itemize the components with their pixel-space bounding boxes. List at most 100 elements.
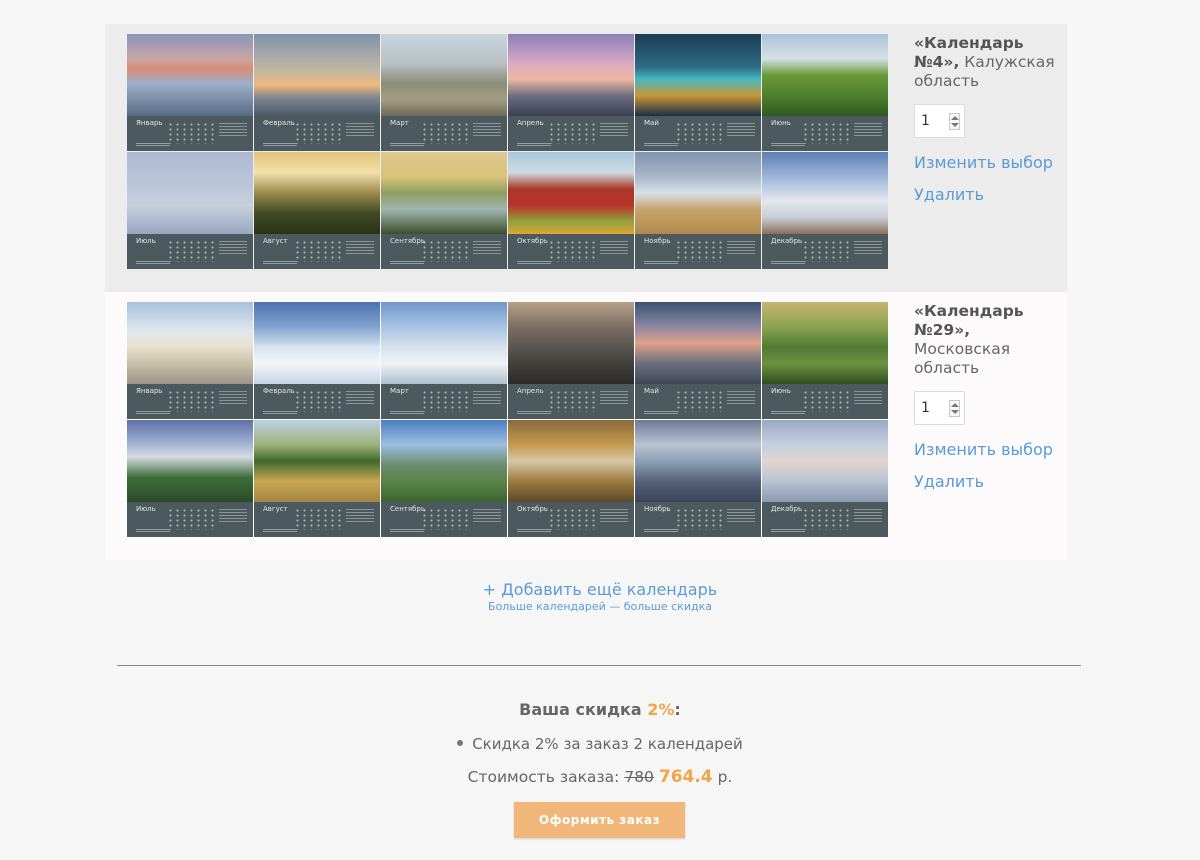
calendar-month-thumbnail: Апрель	[508, 34, 634, 151]
photo-caption	[771, 411, 805, 415]
chevron-up-icon[interactable]	[951, 403, 959, 407]
calendar-month-thumbnail: Декабрь	[762, 420, 888, 537]
calendar-month-thumbnail: Июль	[127, 152, 253, 269]
month-name: Июнь	[771, 118, 791, 127]
month-calendar-strip: Июль	[127, 501, 253, 537]
chevron-down-icon[interactable]	[951, 410, 959, 414]
month-name: Май	[644, 386, 659, 395]
calendar-month-thumbnail: Ноябрь	[635, 152, 761, 269]
photo-caption	[517, 261, 551, 265]
month-notes	[600, 508, 628, 523]
month-photo	[381, 152, 507, 234]
add-calendar-link[interactable]: + Добавить ещё календарь	[483, 580, 717, 599]
calendar-month-thumbnail: Сентябрь	[381, 420, 507, 537]
day-grid	[675, 121, 725, 144]
currency: р.	[717, 768, 733, 786]
old-price: 780	[624, 768, 654, 786]
day-grid	[802, 507, 852, 530]
day-grid	[802, 239, 852, 262]
month-notes	[727, 240, 755, 255]
photo-caption	[517, 529, 551, 533]
calendar-month-thumbnail: Ноябрь	[635, 420, 761, 537]
new-price: 764.4	[658, 767, 713, 787]
month-calendar-strip: Март	[381, 115, 507, 151]
remove-link[interactable]: Удалить	[914, 185, 1064, 204]
calendar-month-thumbnail: Сентябрь	[381, 152, 507, 269]
month-photo	[762, 302, 888, 384]
calendar-month-thumbnail: Август	[254, 152, 380, 269]
photo-caption	[263, 143, 297, 147]
quantity-stepper[interactable]: 1	[914, 104, 965, 138]
month-name: Февраль	[263, 386, 295, 395]
month-calendar-strip: Февраль	[254, 115, 380, 151]
calendar-month-thumbnail: Март	[381, 34, 507, 151]
day-grid	[548, 121, 598, 144]
month-calendar-strip: Октябрь	[508, 233, 634, 269]
quantity-value[interactable]: 1	[921, 400, 930, 416]
calendar-month-thumbnail: Март	[381, 302, 507, 419]
divider	[117, 665, 1081, 666]
add-calendar-hint: Больше календарей — больше скидка	[488, 600, 712, 613]
day-grid	[421, 239, 471, 262]
chevron-up-icon[interactable]	[951, 116, 959, 120]
day-grid	[675, 507, 725, 530]
month-name: Март	[390, 386, 409, 395]
month-notes	[727, 508, 755, 523]
cost-label: Стоимость заказа:	[467, 768, 625, 786]
month-name: Июнь	[771, 386, 791, 395]
calendar-preview-grid: Январь Февраль Март Апрель Май Июнь Июль Август…	[127, 34, 888, 270]
month-notes	[473, 240, 501, 255]
day-grid	[167, 507, 217, 530]
day-grid	[167, 239, 217, 262]
day-grid	[421, 121, 471, 144]
month-photo	[762, 34, 888, 116]
month-notes	[346, 122, 374, 137]
change-selection-link[interactable]: Изменить выбор	[914, 153, 1064, 172]
quantity-value[interactable]: 1	[921, 113, 930, 129]
day-grid	[294, 239, 344, 262]
calendar-actions: «Календарь №4», Калужская область 1 Изме…	[914, 34, 1064, 204]
spin-buttons[interactable]	[949, 113, 960, 130]
month-photo	[381, 302, 507, 384]
photo-caption	[771, 143, 805, 147]
add-calendar-block: + Добавить ещё календарь Больше календар…	[0, 580, 1200, 613]
month-notes	[854, 508, 882, 523]
remove-link[interactable]: Удалить	[914, 472, 1064, 491]
photo-caption	[136, 529, 170, 533]
calendar-actions: «Календарь №29», Московская область 1 Из…	[914, 302, 1064, 491]
day-grid	[548, 507, 598, 530]
change-selection-link[interactable]: Изменить выбор	[914, 440, 1064, 459]
month-calendar-strip: Январь	[127, 383, 253, 419]
day-grid	[675, 389, 725, 412]
month-notes	[473, 508, 501, 523]
month-calendar-strip: Июль	[127, 233, 253, 269]
day-grid	[421, 507, 471, 530]
month-name: Август	[263, 236, 288, 245]
discount-item-text: Скидка 2% за заказ 2 календарей	[472, 735, 743, 753]
month-notes	[600, 240, 628, 255]
month-name: Ноябрь	[644, 236, 671, 245]
month-name: Октябрь	[517, 504, 548, 513]
place-order-button[interactable]: Оформить заказ	[514, 802, 685, 838]
month-notes	[727, 390, 755, 405]
photo-caption	[517, 143, 551, 147]
chevron-down-icon[interactable]	[951, 123, 959, 127]
month-calendar-strip: Декабрь	[762, 501, 888, 537]
month-calendar-strip: Февраль	[254, 383, 380, 419]
month-photo	[762, 420, 888, 502]
spin-buttons[interactable]	[949, 400, 960, 417]
calendar-preview-grid: Январь Февраль Март Апрель Май Июнь Июль Август…	[127, 302, 888, 538]
calendar-month-thumbnail: Апрель	[508, 302, 634, 419]
quantity-stepper[interactable]: 1	[914, 391, 965, 425]
month-photo	[381, 34, 507, 116]
calendar-month-thumbnail: Октябрь	[508, 420, 634, 537]
month-name: Октябрь	[517, 236, 548, 245]
calendar-month-thumbnail: Июнь	[762, 34, 888, 151]
month-name: Июль	[136, 504, 156, 513]
month-notes	[346, 240, 374, 255]
photo-caption	[517, 411, 551, 415]
discount-item: Скидка 2% за заказ 2 календарей	[0, 735, 1200, 753]
discount-title: Ваша скидка 2%:	[0, 700, 1200, 719]
day-grid	[294, 507, 344, 530]
month-name: Февраль	[263, 118, 295, 127]
